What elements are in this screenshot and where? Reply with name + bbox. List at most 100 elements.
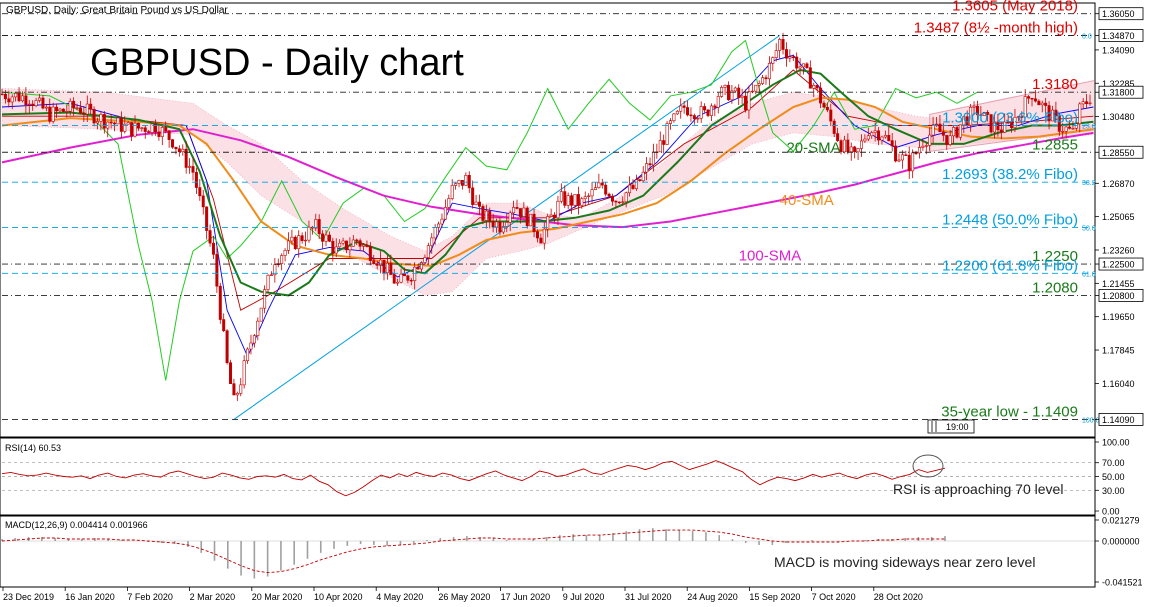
candle-body-265 [904,154,908,156]
candle-body-113 [385,262,389,273]
candle-body-133 [454,183,458,186]
candle-body-122 [416,266,420,270]
candle-body-176 [600,182,604,186]
candle-body-143 [488,210,492,222]
candle-body-235 [802,63,806,68]
candle-body-225 [767,63,771,80]
candle-body-218 [744,95,748,111]
candle-body-102 [348,245,352,251]
candle-body-172 [587,195,591,197]
candle-body-234 [798,66,802,69]
rsi-y-tick-label-0: 100.00 [1102,438,1130,448]
candle-body-146 [498,221,502,233]
y-tick-label-12: 1.20800 [1102,291,1135,301]
candle-body-8 [27,103,31,106]
y-tick-label-15: 1.16040 [1102,379,1135,389]
candle-body-270 [921,145,925,148]
y-tick-label-0: 1.36050 [1102,9,1135,19]
candle-body-47 [160,127,164,137]
candle-body-110 [375,263,379,266]
candle-body-89 [304,239,308,242]
candle-body-95 [324,234,328,242]
candle-body-249 [849,146,853,153]
candle-body-142 [484,210,488,221]
candle-body-256 [873,130,877,133]
candle-body-263 [897,159,901,162]
candle-body-71 [242,360,246,386]
candle-body-60 [205,206,209,231]
candle-body-268 [914,152,918,154]
candle-body-104 [355,239,359,242]
x-tick-label-8: 17 Jun 2020 [501,592,551,602]
candle-body-12 [41,97,45,109]
candle-body-276 [941,131,945,136]
y-tick-label-7: 1.26870 [1102,179,1135,189]
candle-body-134 [457,180,461,184]
candle-body-1 [3,93,7,100]
candle-body-115 [392,274,396,284]
macd-y-tick-label-2: -0.041521 [1102,578,1143,588]
candle-body-120 [409,279,413,282]
candle-body-51 [174,146,178,150]
candle-body-108 [368,246,372,261]
level-label-4: 1.2855 [1032,136,1078,153]
candle-body-144 [491,220,495,228]
time-marker: 19:00 [927,419,975,434]
candle-body-271 [924,145,928,147]
candle-body-77 [263,289,267,309]
candle-body-74 [252,335,256,344]
candle-body-217 [740,95,744,98]
candle-body-250 [853,146,857,153]
candle-body-248 [846,139,850,153]
candle-body-25 [85,103,89,115]
candle-body-311 [1061,130,1065,133]
x-tick-label-1: 16 Jan 2020 [65,592,115,602]
candle-body-119 [406,275,410,281]
candle-body-123 [420,262,424,270]
level-label-10: 35-year low - 1.1409 [941,403,1078,420]
candle-body-174 [593,187,597,190]
candle-body-73 [249,342,253,350]
candle-body-20 [68,100,72,112]
candle-body-226 [771,57,775,64]
candle-body-19 [65,110,69,113]
candle-body-301 [1027,96,1031,99]
candle-body-222 [757,83,761,86]
candle-body-260 [887,135,891,141]
candle-body-175 [597,182,601,188]
candle-body-201 [686,107,690,116]
rsi-title: RSI(14) 60.53 [5,443,61,453]
x-tick-label-11: 24 Aug 2020 [687,592,738,602]
candle-body-155 [529,213,533,227]
candle-body-170 [580,198,584,206]
y-tick-label-16: 1.14090 [1102,415,1135,425]
candle-body-318 [1085,101,1089,104]
candle-body-43 [147,131,151,133]
candle-body-240 [819,87,823,104]
candle-body-17 [58,108,62,112]
candle-body-136 [464,175,468,186]
x-tick-label-4: 20 Mar 2020 [252,592,303,602]
candle-body-230 [784,49,788,59]
candle-body-195 [665,123,669,145]
candle-body-24 [82,112,86,115]
candle-body-52 [177,148,181,153]
candle-body-210 [716,96,720,108]
candle-body-206 [703,106,707,111]
candle-body-59 [201,195,205,208]
candle-body-38 [130,122,134,137]
candle-body-131 [447,198,451,208]
candle-body-26 [89,103,93,110]
candle-body-159 [542,228,546,244]
candle-body-187 [638,179,642,182]
candle-body-208 [709,105,713,116]
y-tick-label-8: 1.25065 [1102,212,1135,222]
level-label-0: 1.3605 (May 2018) [952,0,1078,15]
macd-annotation: MACD is moving sideways near zero level [774,554,1035,570]
macd-y-tick-label-1: 0.000000 [1102,537,1140,547]
candle-body-191 [651,151,655,166]
chart-title: GBPUSD - Daily chart [90,42,464,84]
rsi-y-tick-label-1: 70.00 [1102,458,1125,468]
candle-body-252 [859,140,863,149]
candle-body-184 [628,184,632,194]
